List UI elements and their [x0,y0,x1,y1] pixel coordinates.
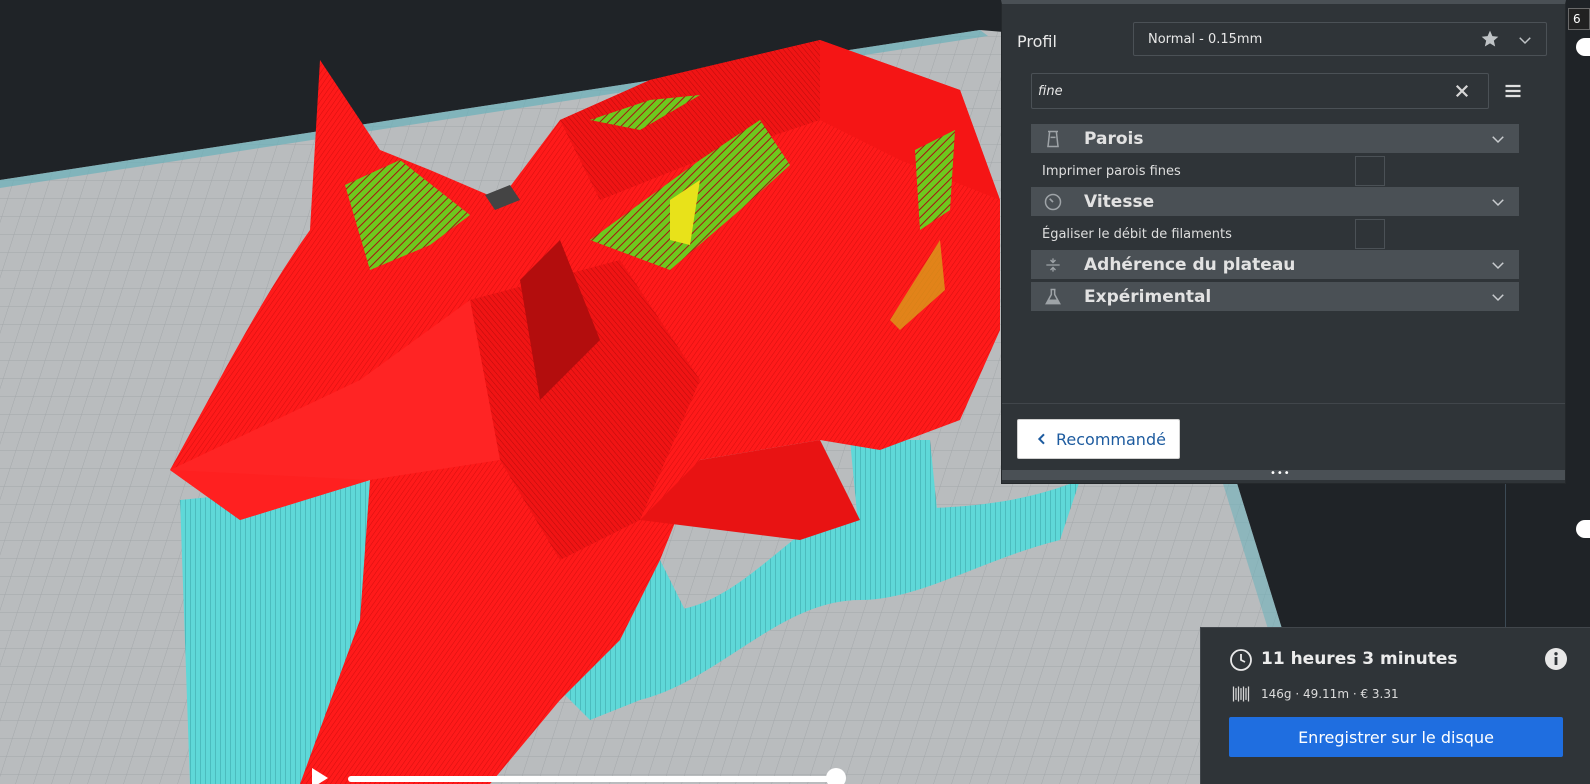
setting-row-thin-walls: Imprimer parois fines [1042,156,1512,186]
settings-search-row [1031,73,1541,111]
profile-label: Profil [1017,32,1057,51]
flask-icon [1045,288,1061,305]
setting-label: Égaliser le débit de filaments [1042,227,1232,242]
chevron-down-icon [1519,37,1531,45]
recommended-button-label: Recommandé [1056,430,1166,449]
layer-slider-top-handle[interactable] [1576,38,1590,56]
profile-dropdown-value: Normal - 0.15mm [1148,32,1263,47]
material-estimate: 146g · 49.11m · € 3.31 [1261,687,1399,701]
category-experimental[interactable]: Expérimental [1031,282,1519,311]
category-experimental-label: Expérimental [1084,287,1212,307]
recommended-mode-button[interactable]: Recommandé [1017,419,1180,459]
timeline-handle[interactable] [826,768,846,784]
category-speed[interactable]: Vitesse [1031,187,1519,216]
category-bed-adhesion-label: Adhérence du plateau [1084,255,1296,275]
chevron-down-icon [1492,294,1504,302]
profile-dropdown[interactable]: Normal - 0.15mm [1133,22,1547,56]
layer-slider-bottom-handle[interactable] [1576,520,1590,538]
settings-search-input[interactable] [1031,73,1489,109]
panel-divider [1002,403,1565,404]
setting-row-equalize-flow: Égaliser le débit de filaments [1042,219,1512,249]
save-to-disk-button[interactable]: Enregistrer sur le disque [1229,717,1563,757]
chevron-down-icon [1492,136,1504,144]
panel-resize-handle[interactable]: ••• [1002,468,1565,480]
chevron-down-icon [1492,199,1504,207]
print-time: 11 heures 3 minutes [1261,649,1458,669]
close-icon[interactable] [1453,82,1471,100]
chevron-left-icon [1037,433,1045,445]
category-walls-label: Parois [1084,129,1144,149]
play-icon[interactable] [312,768,328,784]
chevron-down-icon [1492,262,1504,270]
hamburger-menu-icon[interactable] [1503,81,1523,101]
drag-dots-icon: ••• [1270,468,1291,479]
walls-icon [1047,130,1059,148]
category-speed-label: Vitesse [1084,192,1155,212]
thin-walls-checkbox[interactable] [1355,156,1385,186]
profile-row: Profil Normal - 0.15mm [1002,22,1565,60]
print-output-panel: 11 heures 3 minutes 146g · 49.11m · € 3.… [1200,627,1590,784]
clock-icon [1230,649,1252,671]
layer-number-box[interactable]: 6 [1568,8,1590,30]
category-bed-adhesion[interactable]: Adhérence du plateau [1031,250,1519,279]
print-settings-panel: Profil Normal - 0.15mm Parois Impr [1001,0,1566,484]
setting-label: Imprimer parois fines [1042,164,1181,179]
equalize-flow-checkbox[interactable] [1355,219,1385,249]
info-icon[interactable] [1544,647,1568,671]
speed-gauge-icon [1044,193,1062,211]
star-icon[interactable] [1480,29,1500,49]
category-walls[interactable]: Parois [1031,124,1519,153]
support-rear-leg [850,440,940,545]
simulation-timeline[interactable] [348,776,836,782]
bed-adhesion-icon [1046,258,1060,272]
filament-spool-icon [1232,686,1250,702]
